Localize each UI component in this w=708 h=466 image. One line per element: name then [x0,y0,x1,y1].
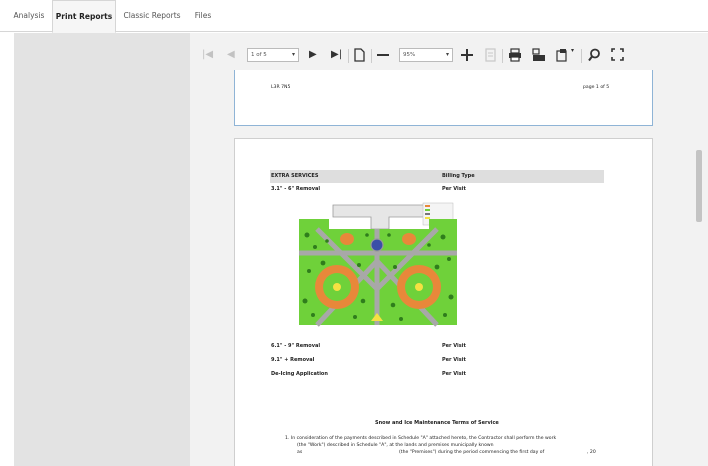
tab-classic-reports[interactable]: Classic Reports [118,0,186,32]
report-page-2: EXTRA SERVICES Billing Type 3.1" - 6" Re… [234,138,653,466]
page-select-value: 1 of 5 [251,52,267,58]
terms-paragraph-line: , 20 [587,450,596,455]
viewer-scrollbar-thumb[interactable] [696,150,702,222]
left-edge [0,33,14,466]
next-page-icon[interactable]: ▶ [309,48,317,62]
page-select[interactable]: 1 of 5 ▾ [247,48,299,62]
page-number-label: page 1 of 5 [583,85,610,90]
header-billing-type: Billing Type [442,173,475,179]
fullscreen-icon[interactable] [611,48,624,61]
report-list-panel [14,33,190,466]
service-billing: Per Visit [442,343,466,349]
tab-bar: Analysis Print Reports Classic Reports F… [0,0,708,33]
last-page-icon[interactable]: ▶| [331,48,342,62]
toolbar-divider [371,49,372,63]
export-dropdown-icon[interactable]: ▾ [571,47,574,54]
address-postal-code: L3R 7N5 [271,85,291,90]
terms-paragraph-line: 1. In consideration of the payments desc… [285,436,557,441]
zoom-select-value: 95% [403,52,416,58]
chevron-down-icon: ▾ [445,51,449,58]
zoom-out-icon[interactable] [377,54,389,56]
tab-analysis[interactable]: Analysis [6,0,52,32]
site-plan-image [297,201,459,327]
chevron-down-icon: ▾ [291,51,295,58]
service-name: De-Icing Application [271,371,328,377]
terms-paragraph-line: (the "Premises") during the period comme… [399,450,545,455]
zoom-select[interactable]: 95% ▾ [399,48,453,62]
header-extra-services: EXTRA SERVICES [271,173,319,179]
prev-page-icon[interactable]: ◀ [227,48,235,62]
service-name: 3.1" - 6" Removal [271,186,321,192]
search-icon[interactable] [588,48,601,62]
viewer-toolbar: |◀ ◀ 1 of 5 ▾ ▶ ▶| 95% ▾ ▾ [190,40,708,70]
service-name: 9.1" + Removal [271,357,315,363]
print-icon[interactable] [508,48,522,62]
print-layout-icon[interactable] [532,48,546,62]
service-billing: Per Visit [442,186,466,192]
table-header-row [270,170,604,183]
first-page-icon[interactable]: |◀ [202,48,213,62]
page-view-icon[interactable] [354,48,365,62]
export-icon[interactable] [556,48,570,62]
terms-paragraph-line: (the "Work") described in Schedule "A", … [297,443,494,448]
terms-title: Snow and Ice Maintenance Terms of Servic… [375,420,499,426]
service-billing: Per Visit [442,357,466,363]
service-name: 6.1" - 9" Removal [271,343,321,349]
tab-print-reports[interactable]: Print Reports [52,0,116,33]
service-billing: Per Visit [442,371,466,377]
tab-files[interactable]: Files [188,0,218,32]
find-list-icon[interactable] [485,48,497,62]
toolbar-divider [502,49,503,63]
toolbar-divider [348,49,349,63]
toolbar-divider [581,49,582,63]
zoom-in-icon[interactable] [461,49,473,61]
terms-paragraph-line: as [297,450,303,455]
report-page-1: L3R 7N5 page 1 of 5 [234,70,653,126]
